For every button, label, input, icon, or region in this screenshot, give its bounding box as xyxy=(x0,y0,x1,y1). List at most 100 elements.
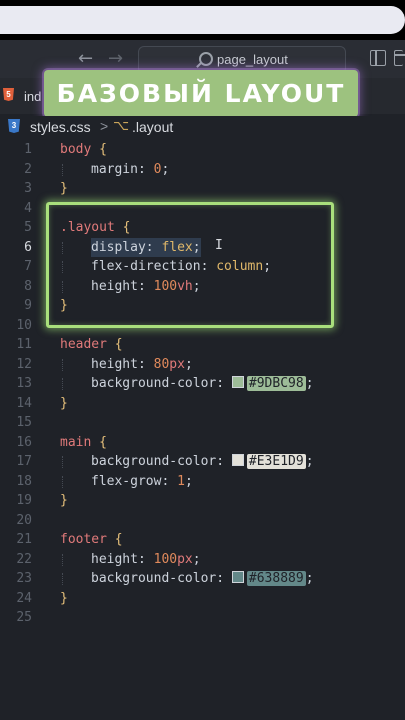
css-property: background-color xyxy=(91,571,217,586)
code-line[interactable]: 1 body { xyxy=(0,140,405,160)
line-number: 23 xyxy=(16,571,32,586)
line-number: 22 xyxy=(16,551,32,567)
code-line[interactable]: 24} xyxy=(0,589,405,609)
indent-guide xyxy=(62,573,64,585)
indent-guide xyxy=(62,456,64,468)
line-number: 2 xyxy=(24,161,32,177)
code-text: background-color: #638889; xyxy=(91,571,314,586)
css-property: height xyxy=(91,551,138,567)
code-text: footer { xyxy=(60,532,123,547)
css-property: flex-grow xyxy=(91,473,162,489)
indent-guide xyxy=(62,163,64,176)
css-property: background-color xyxy=(91,454,217,469)
code-text: body { xyxy=(60,142,107,157)
arrow-left-icon[interactable]: ← xyxy=(78,48,93,69)
line-number: 25 xyxy=(16,610,32,625)
line-number: 14 xyxy=(16,395,32,411)
code-text: header { xyxy=(60,337,123,352)
text-cursor-icon: I xyxy=(215,238,223,253)
code-text: height: 100px; xyxy=(91,551,201,567)
status-bar xyxy=(0,0,405,40)
line-number: 12 xyxy=(16,356,32,372)
indent-guide xyxy=(62,553,64,566)
line-number: 18 xyxy=(16,473,32,489)
indent-guide xyxy=(62,475,64,488)
breadcrumb-file[interactable]: styles.css xyxy=(30,119,91,135)
arrow-right-icon[interactable]: → xyxy=(108,48,123,69)
code-line[interactable]: 2 margin: 0; xyxy=(0,160,405,180)
css-file-icon: 3 xyxy=(8,119,20,133)
color-swatch[interactable] xyxy=(231,454,244,466)
code-text: background-color: #9DBC98; xyxy=(91,376,314,391)
banner-text: БАЗОВЫЙ LAYOUT xyxy=(56,79,346,108)
line-number: 7 xyxy=(24,259,32,274)
code-line[interactable]: 14} xyxy=(0,394,405,414)
title-banner: БАЗОВЫЙ LAYOUT xyxy=(44,70,358,117)
line-number: 19 xyxy=(16,493,32,508)
line-number: 6 xyxy=(24,239,32,255)
indent-guide xyxy=(62,378,64,390)
code-text: background-color: #E3E1D9; xyxy=(91,454,314,469)
code-text: } xyxy=(60,181,68,196)
code-line[interactable]: 13 background-color: #9DBC98; xyxy=(0,374,405,394)
line-number: 24 xyxy=(16,590,32,606)
tab-index-html[interactable]: ind xyxy=(24,89,41,104)
css-property: height xyxy=(91,356,138,372)
line-number: 3 xyxy=(24,181,32,196)
code-line[interactable]: 22 height: 100px; xyxy=(0,550,405,570)
code-line[interactable]: 21 footer { xyxy=(0,530,405,550)
code-line[interactable]: 16 main { xyxy=(0,433,405,453)
code-line[interactable]: 20 xyxy=(0,511,405,531)
code-line[interactable]: 3} xyxy=(0,179,405,199)
line-number: 5 xyxy=(24,220,32,235)
line-number: 11 xyxy=(16,337,32,352)
line-number: 10 xyxy=(16,317,32,333)
indent-guide xyxy=(62,358,64,371)
css-property: background-color xyxy=(91,376,217,391)
symbol-icon: ⌥ xyxy=(113,118,130,134)
code-text: height: 80px; xyxy=(91,356,193,372)
line-number: 15 xyxy=(16,415,32,430)
code-line[interactable]: 11 header { xyxy=(0,335,405,355)
code-text: } xyxy=(60,493,68,508)
line-number: 17 xyxy=(16,454,32,469)
line-number: 21 xyxy=(16,532,32,547)
code-text: margin: 0; xyxy=(91,161,170,177)
line-number: 16 xyxy=(16,434,32,450)
css-property: margin xyxy=(91,161,138,177)
line-number: 20 xyxy=(16,512,32,528)
css-value: 1 xyxy=(177,473,185,489)
code-line[interactable]: 25 xyxy=(0,608,405,628)
css-value: 80px xyxy=(153,356,185,372)
code-line[interactable]: 17 background-color: #E3E1D9; xyxy=(0,452,405,472)
search-icon xyxy=(199,52,213,66)
line-number: 13 xyxy=(16,376,32,391)
css-value: #9DBC98 xyxy=(246,376,306,391)
code-text: flex-grow: 1; xyxy=(91,473,193,489)
code-text: main { xyxy=(60,434,107,450)
css-value: 100px xyxy=(153,551,193,567)
highlight-box xyxy=(46,202,334,328)
code-text: } xyxy=(60,590,68,606)
search-text: page_layout xyxy=(217,52,288,67)
breadcrumb-symbol[interactable]: .layout xyxy=(132,119,173,135)
code-line[interactable]: 23 background-color: #638889; xyxy=(0,569,405,589)
line-number: 4 xyxy=(24,200,32,216)
css-value: #638889 xyxy=(246,571,306,586)
html-file-icon: 5 xyxy=(3,88,14,101)
code-text: } xyxy=(60,395,68,411)
toggle-panel-icon[interactable] xyxy=(394,50,405,66)
color-swatch[interactable] xyxy=(231,376,244,388)
line-number: 1 xyxy=(24,142,32,157)
line-number: 8 xyxy=(24,278,32,294)
code-line[interactable]: 12 height: 80px; xyxy=(0,355,405,375)
css-value: 0 xyxy=(153,161,162,177)
toggle-sidebar-icon[interactable] xyxy=(370,50,386,66)
code-line[interactable]: 15 xyxy=(0,413,405,433)
chevron-right-icon: > xyxy=(100,118,109,134)
status-pill xyxy=(0,6,405,34)
color-swatch[interactable] xyxy=(231,571,244,583)
code-line[interactable]: 19} xyxy=(0,491,405,511)
code-line[interactable]: 18 flex-grow: 1; xyxy=(0,472,405,492)
css-value: #E3E1D9 xyxy=(246,454,306,469)
